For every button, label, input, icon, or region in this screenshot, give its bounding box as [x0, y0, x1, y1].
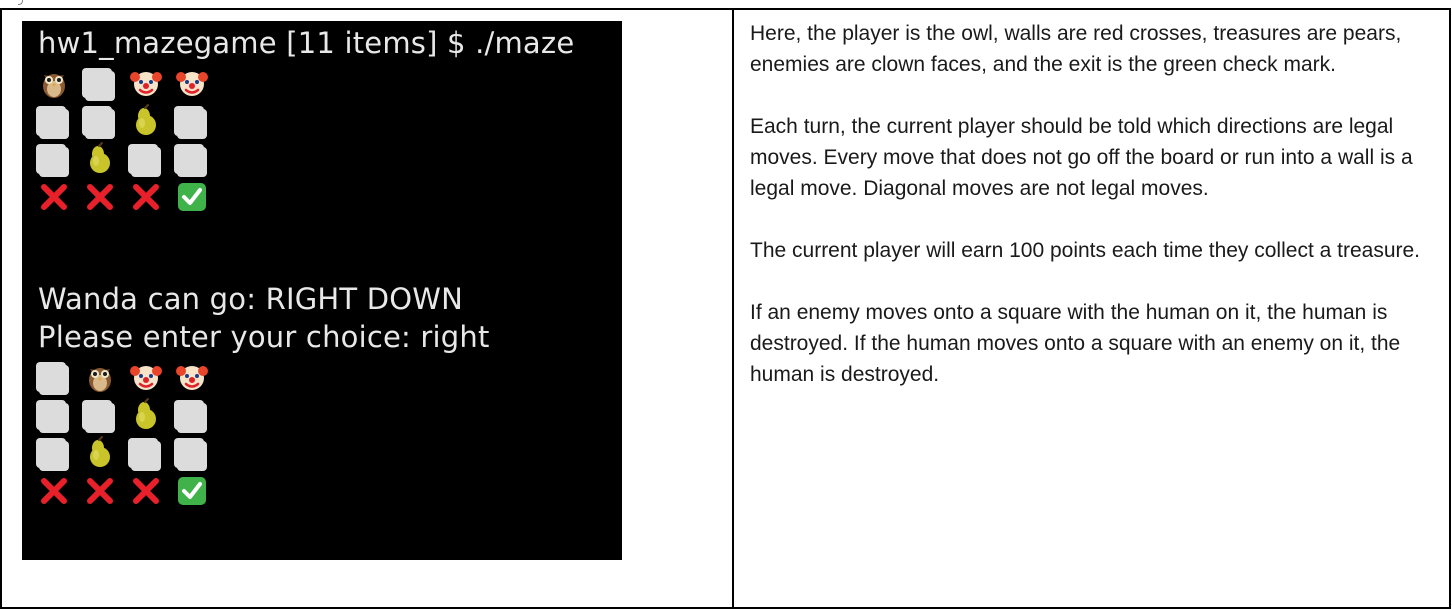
red-cross-wall-icon	[82, 179, 118, 215]
blank-tile	[36, 144, 69, 177]
blank-tile-square	[131, 147, 161, 177]
blank-tile	[82, 106, 115, 139]
maze-row	[36, 397, 256, 433]
clown-face-enemy-icon	[128, 65, 164, 101]
description-paragraph: If an enemy moves onto a square with the…	[750, 301, 1401, 386]
red-cross-wall-icon	[128, 473, 164, 509]
owl-player-icon	[36, 65, 72, 101]
maze-row	[36, 435, 256, 471]
maze-row	[36, 65, 256, 101]
blank-tile-square	[39, 441, 69, 471]
blank-tile	[128, 438, 161, 471]
blank-tile-square	[177, 441, 207, 471]
pear-treasure-icon	[128, 103, 164, 139]
terminal-prompt-line: hw1_mazegame [11 items] $ ./maze	[38, 26, 575, 60]
blank-tile	[174, 106, 207, 139]
blank-tile-square	[39, 147, 69, 177]
blank-tile-square	[85, 109, 115, 139]
description-text: Here, the player is the owl, walls are r…	[750, 18, 1430, 421]
clown-face-enemy-icon	[128, 359, 164, 395]
blank-tile-square	[177, 147, 207, 177]
blank-tile-square	[131, 441, 161, 471]
terminal-screenshot: hw1_mazegame [11 items] $ ./maze Wanda c…	[22, 21, 622, 560]
blank-tile-square	[85, 403, 115, 433]
blank-tile-square	[39, 365, 69, 395]
table-cell-divider	[732, 8, 734, 609]
blank-tile	[36, 362, 69, 395]
blank-tile	[82, 400, 115, 433]
clown-face-enemy-icon	[174, 65, 210, 101]
blank-tile-square	[177, 109, 207, 139]
blank-tile-square	[177, 403, 207, 433]
owl-player-icon	[82, 359, 118, 395]
blank-tile-square	[39, 109, 69, 139]
blank-tile	[174, 144, 207, 177]
blank-tile	[82, 68, 115, 101]
description-paragraph: Here, the player is the owl, walls are r…	[750, 22, 1402, 76]
maze-row	[36, 359, 256, 395]
description-paragraph: The current player will earn 100 points …	[750, 239, 1421, 262]
blank-tile-square	[85, 71, 115, 101]
terminal-input-line: Please enter your choice: right	[38, 320, 490, 354]
maze-row	[36, 141, 256, 177]
maze-row	[36, 473, 256, 509]
red-cross-wall-icon	[36, 179, 72, 215]
blank-tile	[174, 400, 207, 433]
terminal-status-line: Wanda can go: RIGHT DOWN	[38, 282, 464, 316]
blank-tile	[36, 438, 69, 471]
top-strip	[0, 0, 1452, 8]
green-check-exit-icon	[174, 473, 210, 509]
red-cross-wall-icon	[36, 473, 72, 509]
green-check-exit-icon	[174, 179, 210, 215]
corner-mark	[18, 0, 23, 5]
pear-treasure-icon	[82, 141, 118, 177]
red-cross-wall-icon	[82, 473, 118, 509]
description-paragraph: Each turn, the current player should be …	[750, 115, 1413, 200]
blank-tile	[174, 438, 207, 471]
maze-row	[36, 103, 256, 139]
pear-treasure-icon	[82, 435, 118, 471]
pear-treasure-icon	[128, 397, 164, 433]
blank-tile	[128, 144, 161, 177]
blank-tile-square	[39, 403, 69, 433]
blank-tile	[36, 400, 69, 433]
blank-tile	[36, 106, 69, 139]
maze-row	[36, 179, 256, 215]
clown-face-enemy-icon	[174, 359, 210, 395]
red-cross-wall-icon	[128, 179, 164, 215]
